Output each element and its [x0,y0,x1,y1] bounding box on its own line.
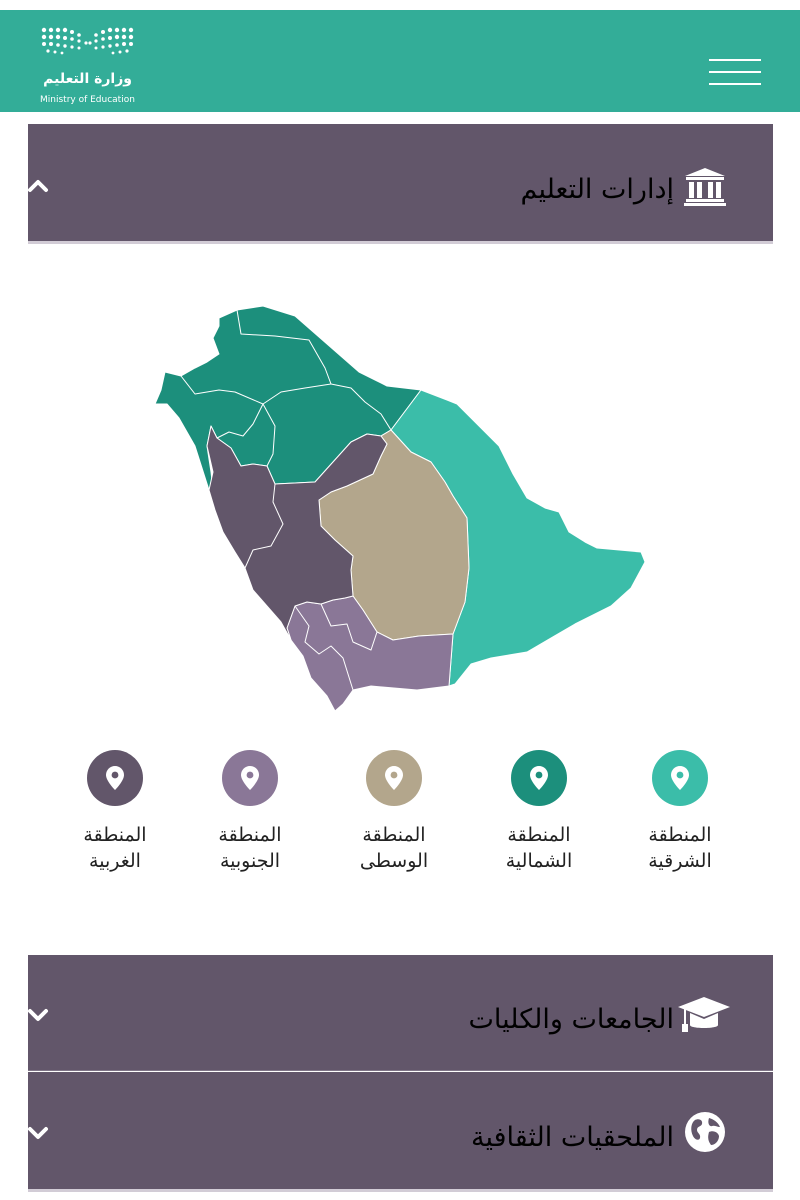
region-label: المنطقة الجنوبية [218,824,282,872]
chevron-down-icon[interactable] [27,1008,49,1022]
region-northern-button[interactable]: المنطقة الشمالية [480,750,598,874]
region-eastern-button[interactable]: المنطقة الشرقية [621,750,739,874]
logo-dots-icon [41,27,134,55]
map-pin-icon [87,750,143,806]
institution-building-icon [684,168,726,206]
ministry-logo[interactable]: وزارة التعليم Ministry of Education [40,26,140,105]
chevron-down-icon[interactable] [27,1126,49,1140]
saudi-regions-map[interactable] [155,306,645,711]
region-label: المنطقة الشرقية [648,824,712,872]
region-western-button[interactable]: المنطقة الغربية [56,750,174,874]
region-label: المنطقة الشمالية [505,824,573,872]
logo-arabic-text: وزارة التعليم [43,71,132,87]
region-central-button[interactable]: المنطقة الوسطى [335,750,453,874]
logo-english-text: Ministry of Education [40,95,135,105]
section-title-universities: الجامعات والكليات [468,1004,674,1035]
hamburger-menu-icon[interactable] [709,59,761,87]
app-header: وزارة التعليم Ministry of Education [0,10,800,112]
region-label: المنطقة الوسطى [359,824,429,872]
map-pin-icon [366,750,422,806]
globe-icon [685,1112,725,1152]
map-pin-icon [652,750,708,806]
graduation-cap-icon [678,997,730,1032]
region-southern-button[interactable]: المنطقة الجنوبية [191,750,309,874]
map-pin-icon [222,750,278,806]
chevron-up-icon[interactable] [27,179,49,193]
section-title-cultural-attaches: الملحقيات الثقافية [470,1122,674,1153]
map-pin-icon [511,750,567,806]
region-label: المنطقة الغربية [83,824,147,872]
section-title-education-departments: إدارات التعليم [520,174,674,205]
